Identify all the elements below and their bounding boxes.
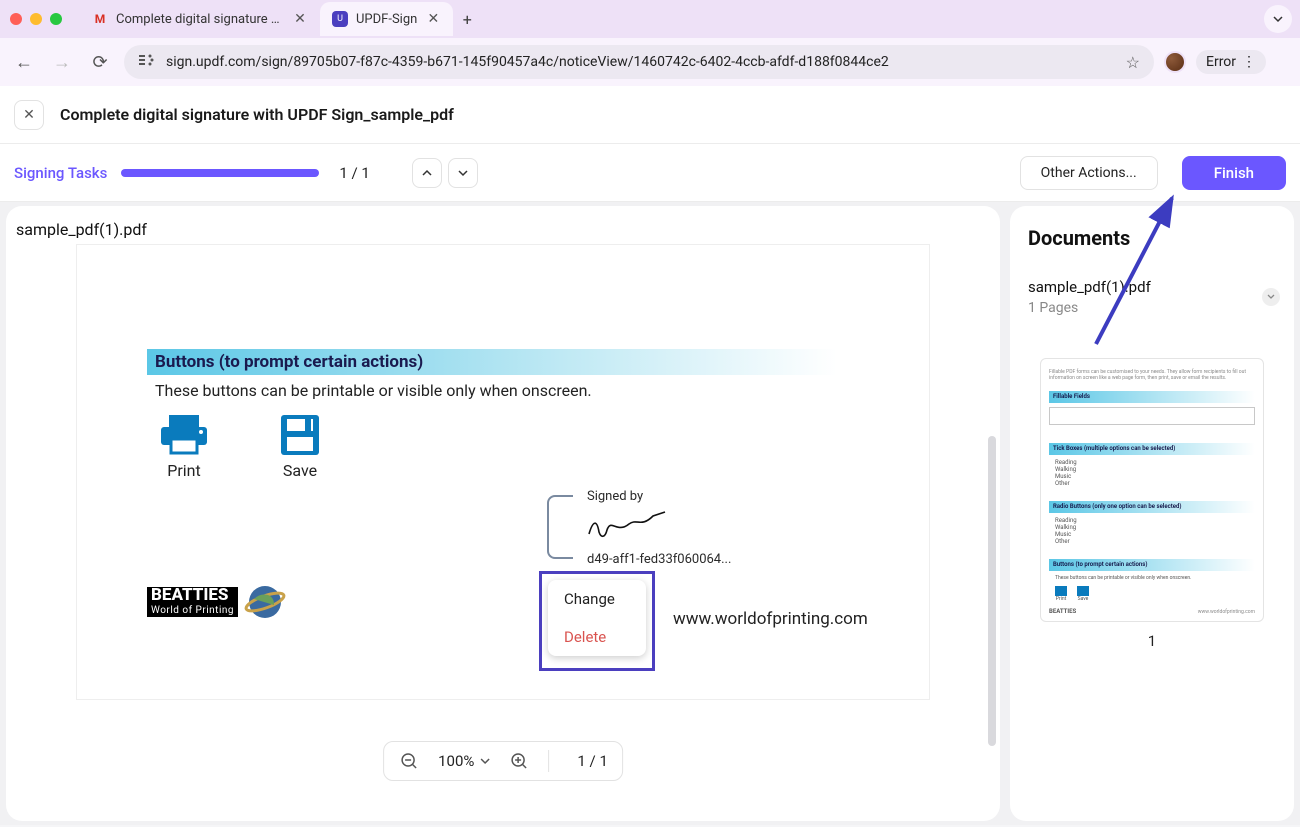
printer-icon [157, 413, 211, 457]
site-settings-icon[interactable] [138, 53, 156, 71]
zoom-level[interactable]: 100% [438, 752, 490, 770]
documents-title: Documents [1028, 226, 1276, 250]
profile-avatar[interactable] [1164, 51, 1186, 73]
logo-main-text: BEATTIES [147, 587, 238, 604]
prev-task-button[interactable] [412, 158, 442, 188]
next-task-button[interactable] [448, 158, 478, 188]
new-tab-button[interactable]: + [453, 10, 481, 29]
address-bar: ← → ⟳ sign.updf.com/sign/89705b07-f87c-4… [0, 38, 1300, 86]
menu-delete[interactable]: Delete [548, 618, 646, 656]
task-bar: Signing Tasks 1 / 1 Other Actions... Fin… [0, 144, 1300, 202]
pdf-save-button[interactable]: Save [273, 413, 327, 480]
signed-by-label: Signed by [587, 489, 731, 504]
gmail-icon: M [92, 11, 108, 27]
forward-button[interactable]: → [48, 48, 76, 76]
back-button[interactable]: ← [10, 48, 38, 76]
task-count: 1 / 1 [339, 164, 370, 182]
pdf-page[interactable]: Buttons (to prompt certain actions) Thes… [77, 245, 929, 699]
pdf-print-button[interactable]: Print [157, 413, 211, 480]
extensions-error[interactable]: Error ⋮ [1196, 50, 1266, 74]
tab-close-icon[interactable]: ✕ [425, 11, 441, 27]
side-pagecount: 1 Pages [1028, 300, 1276, 316]
bookmark-star-icon[interactable]: ☆ [1126, 53, 1140, 72]
logo-sub-text: World of Printing [147, 604, 238, 617]
tabs-overflow-button[interactable] [1264, 5, 1292, 33]
doc-header: ✕ Complete digital signature with UPDF S… [0, 86, 1300, 144]
signature-bracket [547, 495, 573, 559]
task-stepper [412, 158, 478, 188]
signature-field[interactable]: Signed by d49-aff1-fed33f060064... [547, 489, 731, 567]
tab-title: UPDF-Sign [356, 12, 417, 27]
signature-id: d49-aff1-fed33f060064... [587, 552, 731, 567]
reload-button[interactable]: ⟳ [86, 48, 114, 76]
finish-button[interactable]: Finish [1182, 156, 1286, 190]
updf-icon: U [332, 11, 348, 27]
current-file-label: sample_pdf(1).pdf [6, 206, 1000, 239]
main-area: sample_pdf(1).pdf Buttons (to prompt cer… [0, 202, 1300, 825]
url-text: sign.updf.com/sign/89705b07-f87c-4359-b6… [166, 54, 1116, 70]
chevron-down-icon [480, 756, 490, 766]
thumbnail-page-number: 1 [1028, 632, 1276, 650]
globe-icon [244, 581, 286, 623]
menu-change[interactable]: Change [548, 580, 646, 618]
url-box[interactable]: sign.updf.com/sign/89705b07-f87c-4359-b6… [124, 45, 1154, 79]
pdf-url-text: www.worldofprinting.com [673, 609, 868, 629]
page-thumbnail[interactable]: Fillable PDF forms can be customised to … [1040, 358, 1264, 622]
tab-bar: M Complete digital signature wi… ✕ U UPD… [0, 0, 1300, 38]
documents-panel: Documents sample_pdf(1).pdf 1 Pages Fill… [1010, 206, 1294, 821]
window-controls [10, 13, 62, 25]
pdf-section-heading: Buttons (to prompt certain actions) [147, 349, 837, 375]
kebab-menu-icon[interactable]: ⋮ [1242, 54, 1256, 70]
window-maximize[interactable] [50, 13, 62, 25]
page-indicator: 1 / 1 [577, 752, 608, 770]
close-doc-button[interactable]: ✕ [14, 100, 44, 130]
zoom-in-button[interactable] [508, 750, 530, 772]
other-actions-button[interactable]: Other Actions... [1020, 156, 1158, 190]
print-label: Print [157, 461, 211, 480]
app-page: ✕ Complete digital signature with UPDF S… [0, 86, 1300, 825]
tab-title: Complete digital signature wi… [116, 12, 284, 27]
zoom-out-button[interactable] [398, 750, 420, 772]
browser-chrome: M Complete digital signature wi… ✕ U UPD… [0, 0, 1300, 86]
canvas-area: sample_pdf(1).pdf Buttons (to prompt cer… [6, 206, 1000, 821]
doc-title: Complete digital signature with UPDF Sig… [60, 105, 454, 124]
error-label: Error [1206, 54, 1236, 70]
signature-context-menu: Change Delete [539, 571, 655, 671]
tab-close-icon[interactable]: ✕ [292, 11, 308, 27]
zoom-value: 100% [438, 752, 474, 770]
floppy-icon [273, 413, 327, 457]
task-progress [121, 169, 319, 177]
signing-tasks-label: Signing Tasks [14, 164, 107, 182]
viewer-footer: 100% 1 / 1 [383, 741, 623, 781]
signature-scribble [587, 510, 731, 544]
tab-updf-sign[interactable]: U UPDF-Sign ✕ [320, 2, 453, 36]
pdf-section-subtext: These buttons can be printable or visibl… [155, 381, 592, 400]
vertical-scrollbar[interactable] [988, 436, 996, 746]
beatties-logo: BEATTIES World of Printing [147, 581, 286, 623]
save-label: Save [273, 461, 327, 480]
collapse-icon[interactable] [1262, 288, 1280, 306]
side-filename[interactable]: sample_pdf(1).pdf [1028, 278, 1276, 296]
window-minimize[interactable] [30, 13, 42, 25]
window-close[interactable] [10, 13, 22, 25]
tab-gmail[interactable]: M Complete digital signature wi… ✕ [80, 2, 320, 36]
